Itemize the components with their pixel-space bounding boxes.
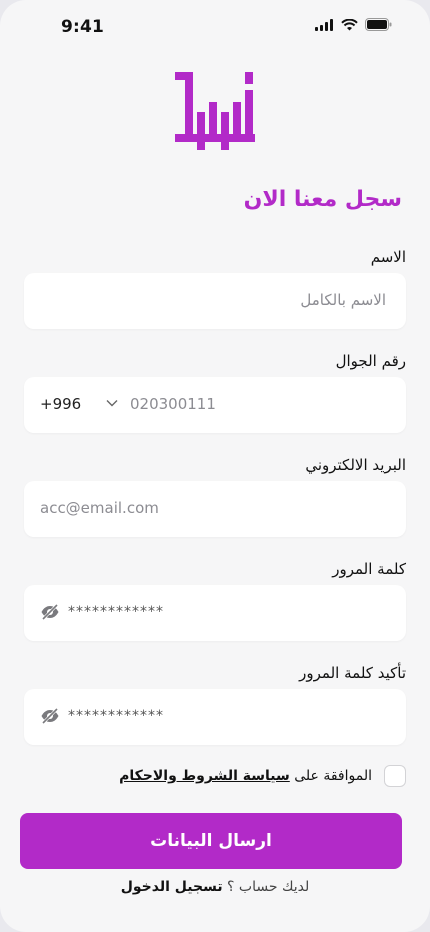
brand-logo <box>175 72 255 150</box>
email-label: البريد الالكتروني <box>305 456 406 474</box>
submit-button[interactable]: ارسال البيانات <box>20 813 402 869</box>
name-field[interactable]: الاسم بالكامل <box>24 273 406 329</box>
status-bar: 9:41 <box>0 0 430 54</box>
confirm-password-value: ************ <box>68 708 164 724</box>
signal-icon <box>315 18 333 31</box>
login-link[interactable]: تسجيل الدخول <box>121 879 223 895</box>
login-row: لديك حساب ؟ تسجيل الدخول <box>0 879 430 895</box>
email-field[interactable]: acc@email.com <box>24 481 406 537</box>
signup-screen: 9:41 سجل معنا الان الاسم الاسم بالكامل ر… <box>0 0 430 932</box>
password-label: كلمة المرور <box>332 560 406 578</box>
country-code-select[interactable]: +996 <box>40 395 81 413</box>
wifi-icon <box>341 18 358 30</box>
phone-field[interactable]: +996 020300111 <box>24 377 406 433</box>
name-label: الاسم <box>370 248 406 266</box>
page-title: سجل معنا الان <box>243 187 402 212</box>
name-placeholder: الاسم بالكامل <box>300 291 386 309</box>
confirm-password-field[interactable]: ************ <box>24 689 406 745</box>
terms-checkbox[interactable] <box>384 765 406 787</box>
terms-text: الموافقة على سياسة الشروط والاحكام <box>119 768 372 784</box>
phone-placeholder: 020300111 <box>130 395 216 413</box>
login-prompt: لديك حساب ؟ <box>227 879 310 895</box>
eye-off-icon[interactable] <box>40 603 60 621</box>
status-icons <box>315 18 392 31</box>
status-time: 9:41 <box>61 17 105 37</box>
battery-icon <box>365 18 392 31</box>
phone-label: رقم الجوال <box>335 352 406 370</box>
terms-row: الموافقة على سياسة الشروط والاحكام <box>119 765 406 787</box>
password-field[interactable]: ************ <box>24 585 406 641</box>
email-placeholder: acc@email.com <box>40 499 159 517</box>
terms-prefix: الموافقة على <box>294 768 372 784</box>
eye-off-icon[interactable] <box>40 707 60 725</box>
confirm-password-label: تأكيد كلمة المرور <box>299 664 406 682</box>
terms-link[interactable]: سياسة الشروط والاحكام <box>119 768 290 784</box>
password-value: ************ <box>68 604 164 620</box>
